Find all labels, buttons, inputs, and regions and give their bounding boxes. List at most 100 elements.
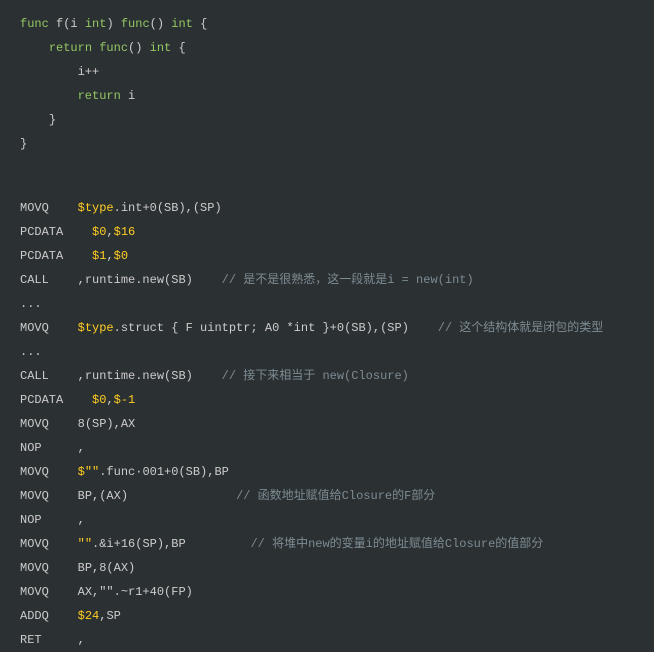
keyword-return: return [78,89,121,103]
asm-line-18: NOP , [20,508,634,532]
asm-args: ,runtime.new(SB) [78,369,193,383]
literal: $type [78,201,114,215]
opcode: MOVQ [20,489,49,503]
opcode: MOVQ [20,321,49,335]
code-text: () [150,17,172,31]
asm-line-9: PCDATA $1,$0 [20,244,634,268]
sep [49,465,78,479]
asm-line-11: MOVQ $type.struct { F uintptr; A0 *int }… [20,316,634,340]
comment: // 是不是很熟悉，这一段就是i = new(int) [193,273,474,287]
asm-args: .&i+16(SP),BP [92,537,186,551]
literal: $-1 [114,393,136,407]
asm-line-10: CALL ,runtime.new(SB) // 是不是很熟悉，这一段就是i =… [20,268,634,292]
asm-args: , [78,633,85,647]
code-line-4: return i [20,84,634,108]
code-text: } [20,137,27,151]
asm-args: .struct { F uintptr; A0 *int }+0(SB),(SP… [114,321,409,335]
sep [63,249,92,263]
asm-args: BP,(AX) [78,489,128,503]
sep [49,201,78,215]
asm-line-14: MOVQ 8(SP),AX [20,412,634,436]
asm-args: , [78,513,85,527]
literal: $"" [78,465,100,479]
comma: , [106,393,113,407]
indent [20,65,78,79]
keyword-return: return [49,41,92,55]
sep [49,609,78,623]
asm-line-21: MOVQ AX,"".~r1+40(FP) [20,580,634,604]
sep [63,225,92,239]
type-int: int [85,17,107,31]
opcode: PCDATA [20,393,63,407]
opcode: RET [20,633,42,647]
asm-args: .func·001+0(SB),BP [99,465,229,479]
opcode: MOVQ [20,585,49,599]
literal: $16 [114,225,136,239]
opcode: MOVQ [20,201,49,215]
comma: , [106,225,113,239]
asm-line-20: MOVQ BP,8(AX) [20,556,634,580]
asm-line-8: PCDATA $0,$16 [20,220,634,244]
asm-args: ,runtime.new(SB) [78,273,193,287]
indent [20,41,49,55]
literal: $type [78,321,114,335]
literal: $1 [92,249,106,263]
literal: "" [78,537,92,551]
asm-line-19: MOVQ "".&i+16(SP),BP // 将堆中new的变量i的地址赋值给… [20,532,634,556]
keyword-func: func [20,17,49,31]
opcode: MOVQ [20,465,49,479]
sep [42,441,78,455]
literal: $0 [92,225,106,239]
code-text: () [128,41,150,55]
opcode: MOVQ [20,417,49,431]
code-line-5: } [20,108,634,132]
keyword-func: func [99,41,128,55]
asm-args: , [78,441,85,455]
code-line-3: i++ [20,60,634,84]
asm-ellipsis-2: ... [20,340,634,364]
code-text: f(i [49,17,85,31]
asm-ellipsis-1: ... [20,292,634,316]
asm-line-22: ADDQ $24,SP [20,604,634,628]
indent [20,89,78,103]
code-line-6: } [20,132,634,156]
comma: , [106,249,113,263]
asm-args: 8(SP),AX [78,417,136,431]
dots: ... [20,297,42,311]
code-text: i++ [78,65,100,79]
code-text: i [121,89,135,103]
literal: $0 [92,393,106,407]
section-gap [20,156,634,196]
asm-args: .int+0(SB),(SP) [114,201,222,215]
comment: // 将堆中new的变量i的地址赋值给Closure的值部分 [250,537,543,551]
opcode: ADDQ [20,609,49,623]
literal: $24 [78,609,100,623]
sep [49,321,78,335]
opcode: NOP [20,441,42,455]
type-int: int [150,41,172,55]
asm-line-16: MOVQ $"".func·001+0(SB),BP [20,460,634,484]
opcode: PCDATA [20,225,63,239]
asm-line-15: NOP , [20,436,634,460]
literal: $0 [114,249,128,263]
asm-line-7: MOVQ $type.int+0(SB),(SP) [20,196,634,220]
asm-line-23: RET , [20,628,634,652]
code-text: { [171,41,185,55]
sep [49,561,78,575]
indent [20,113,49,127]
sep [49,273,78,287]
asm-args: SP [106,609,120,623]
sep [49,369,78,383]
opcode: NOP [20,513,42,527]
sep [49,489,78,503]
sep [49,417,78,431]
dots: ... [20,345,42,359]
pad [186,537,251,551]
sep [63,393,92,407]
comment: // 函数地址赋值给Closure的F部分 [236,489,435,503]
code-text: { [193,17,207,31]
code-text: } [49,113,56,127]
sep [42,513,78,527]
code-text: ) [106,17,120,31]
keyword-func: func [121,17,150,31]
